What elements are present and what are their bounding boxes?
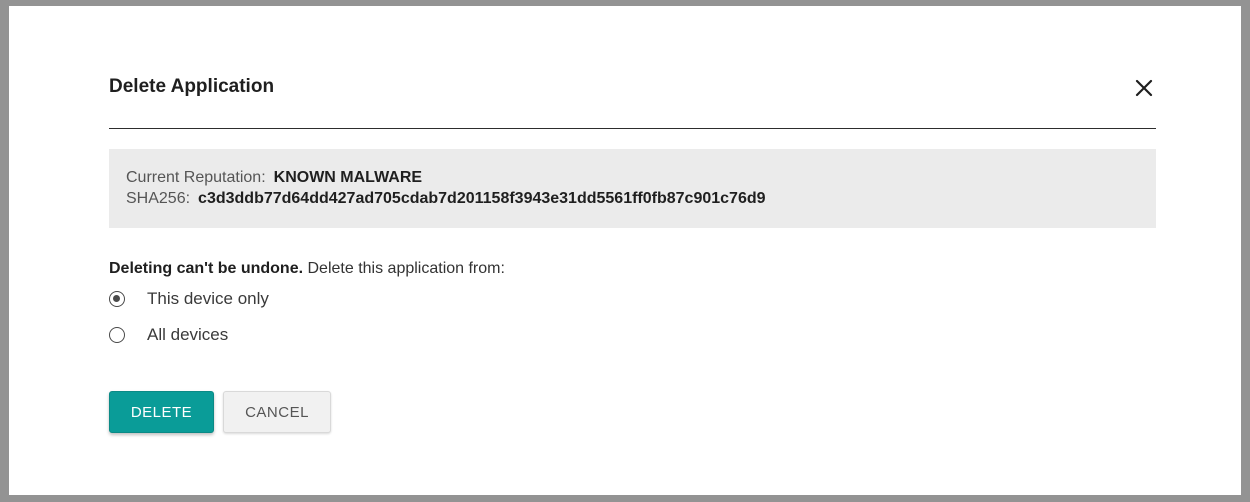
hash-label: SHA256: bbox=[126, 190, 191, 207]
delete-warning: Deleting can't be undone. Delete this ap… bbox=[109, 260, 505, 278]
radio-this-device[interactable] bbox=[109, 291, 125, 307]
option-label: All devices bbox=[147, 325, 229, 344]
warning-bold-text: Deleting can't be undone. bbox=[109, 260, 304, 277]
reputation-label: Current Reputation: bbox=[126, 169, 266, 186]
reputation-line: Current Reputation: KNOWN MALWARE bbox=[126, 169, 422, 187]
option-all-devices[interactable]: All devices bbox=[109, 323, 228, 347]
close-icon bbox=[1135, 79, 1153, 97]
close-button[interactable] bbox=[1132, 76, 1156, 100]
dialog-header: Delete Application bbox=[109, 76, 1156, 129]
hash-value: c3d3ddb77d64dd427ad705cdab7d201158f3943e… bbox=[198, 190, 766, 207]
dialog-title: Delete Application bbox=[109, 76, 275, 97]
delete-button[interactable]: DELETE bbox=[109, 391, 214, 433]
hash-line: SHA256: c3d3ddb77d64dd427ad705cdab7d20115… bbox=[126, 190, 766, 208]
delete-application-dialog: Delete Application Current Reputation: KN… bbox=[9, 6, 1241, 495]
radio-all-devices[interactable] bbox=[109, 327, 125, 343]
warning-text: Delete this application from: bbox=[307, 260, 505, 277]
cancel-button[interactable]: CANCEL bbox=[223, 391, 331, 433]
option-label: This device only bbox=[147, 289, 269, 308]
reputation-value: KNOWN MALWARE bbox=[273, 169, 423, 186]
reputation-info-box: Current Reputation: KNOWN MALWARE SHA256:… bbox=[109, 149, 1156, 228]
option-this-device[interactable]: This device only bbox=[109, 287, 269, 311]
